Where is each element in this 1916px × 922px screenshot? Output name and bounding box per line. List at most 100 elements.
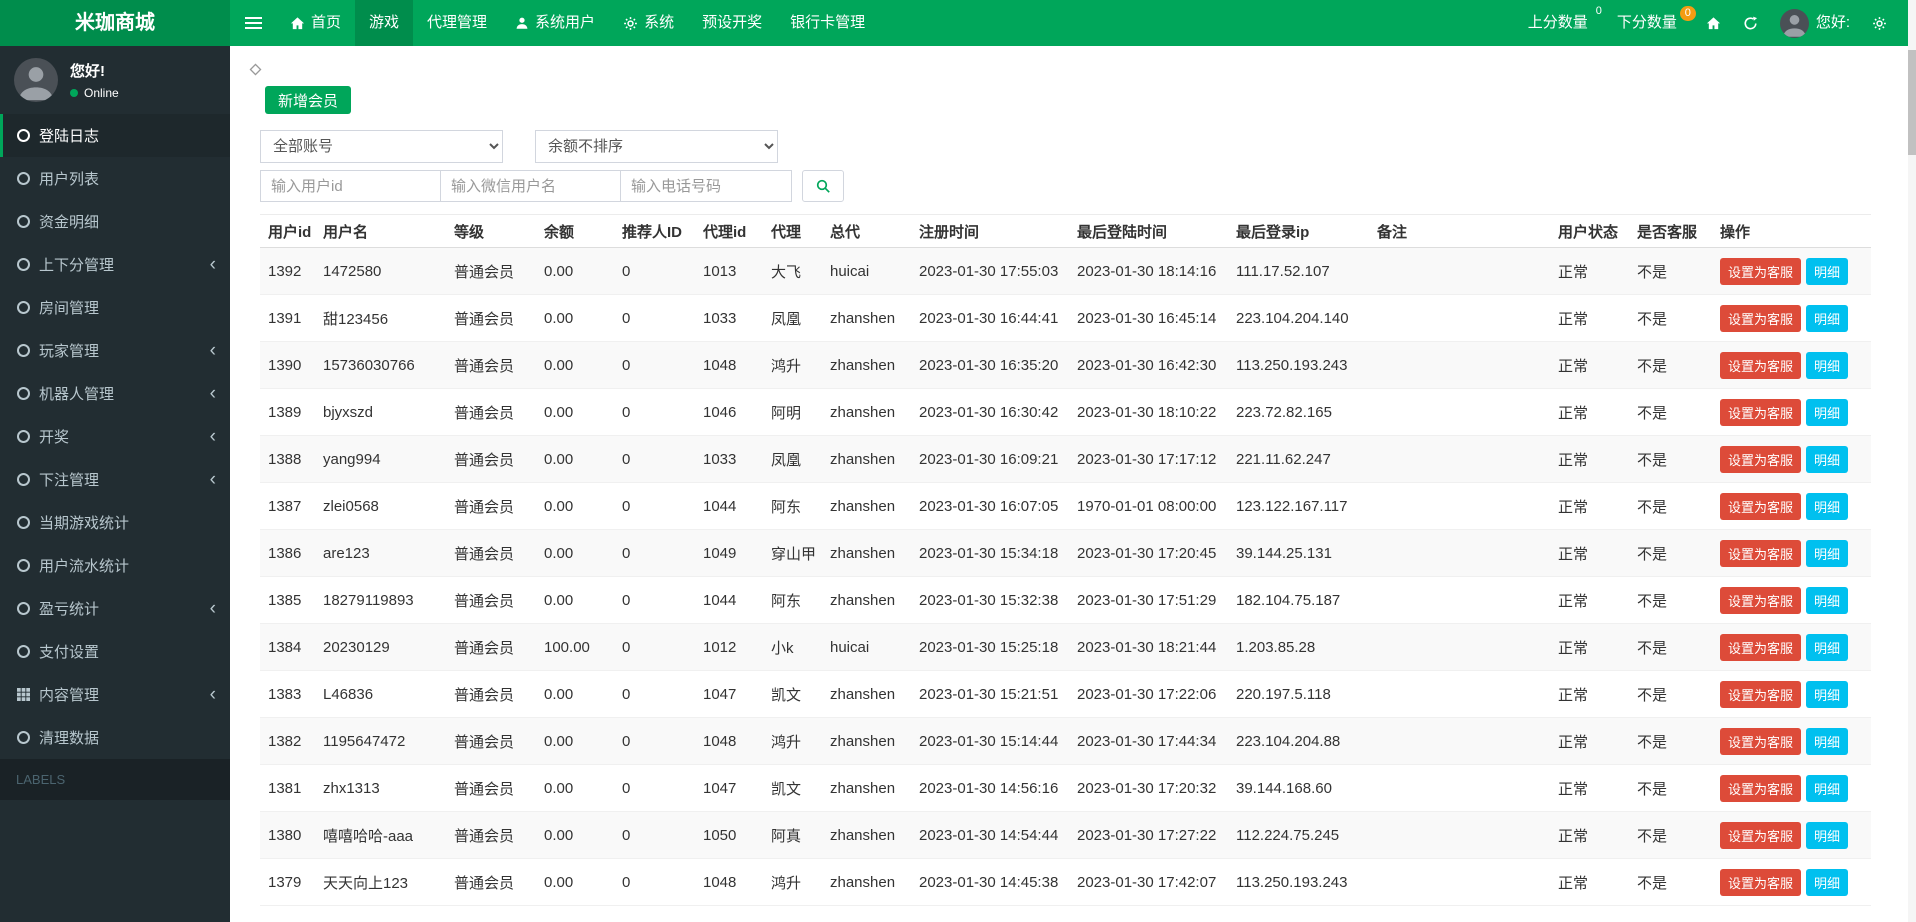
detail-button[interactable]: 明细 (1806, 492, 1849, 520)
set-cs-button[interactable]: 设置为客服 (1720, 821, 1802, 849)
cell-last-ip: 39.144.168.60 (1228, 764, 1369, 812)
account-filter-select[interactable]: 全部账号 (260, 130, 503, 163)
nav-item-preset-lottery[interactable]: 预设开奖 (688, 0, 776, 46)
wechat-username-input[interactable] (440, 170, 621, 202)
cell-last-ip: 113.250.193.243 (1228, 341, 1369, 389)
detail-button[interactable]: 明细 (1806, 304, 1849, 332)
sidebar-item-payment-settings[interactable]: 支付设置 (0, 630, 230, 673)
sidebar-item-fund-details[interactable]: 资金明细 (0, 200, 230, 243)
search-row (260, 170, 1871, 202)
cell-username: L46836 (315, 670, 446, 718)
user-menu[interactable]: 您好: (1769, 0, 1861, 46)
circle-icon (17, 559, 39, 572)
scrollbar-thumb[interactable] (1908, 50, 1916, 155)
circle-icon (17, 129, 39, 142)
nav-item-bank-card-management[interactable]: 银行卡管理 (776, 0, 879, 46)
sidebar-item-user-flow-stats[interactable]: 用户流水统计 (0, 544, 230, 587)
balance-sort-select[interactable]: 余额不排序 (535, 130, 778, 163)
set-cs-button[interactable]: 设置为客服 (1720, 680, 1802, 708)
cell-last-ip: 221.11.62.247 (1228, 435, 1369, 483)
nav-item-agent-management[interactable]: 代理管理 (413, 0, 501, 46)
detail-button[interactable]: 明细 (1806, 680, 1849, 708)
user-id-input[interactable] (260, 170, 441, 202)
nav-item-system[interactable]: 系统 (609, 0, 688, 46)
table-row: 1382 1195647472 普通会员 0.00 0 1048 鸿升 zhanshen 202… (260, 717, 1871, 765)
cell-referrer-id: 0 (614, 670, 695, 718)
sidebar-item-clean-data[interactable]: 清理数据 (0, 716, 230, 759)
cell-balance: 100.00 (536, 623, 614, 671)
set-cs-button[interactable]: 设置为客服 (1720, 868, 1802, 896)
sidebar-item-label: 用户列表 (39, 171, 100, 188)
set-cs-button[interactable]: 设置为客服 (1720, 445, 1802, 473)
detail-button[interactable]: 明细 (1806, 868, 1849, 896)
detail-button[interactable]: 明细 (1806, 257, 1849, 285)
detail-button[interactable]: 明细 (1806, 633, 1849, 661)
set-cs-button[interactable]: 设置为客服 (1720, 351, 1802, 379)
sidebar-item-current-game-stats[interactable]: 当期游戏统计 (0, 501, 230, 544)
up-score-button[interactable]: 上分数量 0 (1517, 0, 1606, 46)
sidebar-item-room-management[interactable]: 房间管理 (0, 286, 230, 329)
table-row: 1391 甜123456 普通会员 0.00 0 1033 凤凰 zhanshen 2023-0… (260, 294, 1871, 342)
phone-number-input[interactable] (620, 170, 792, 202)
set-cs-button[interactable]: 设置为客服 (1720, 539, 1802, 567)
refresh-button[interactable] (1732, 16, 1769, 31)
set-cs-button[interactable]: 设置为客服 (1720, 774, 1802, 802)
detail-button[interactable]: 明细 (1806, 539, 1849, 567)
set-cs-button[interactable]: 设置为客服 (1720, 257, 1802, 285)
detail-button[interactable]: 明细 (1806, 445, 1849, 473)
cell-agent-id: 1044 (695, 576, 763, 624)
detail-button[interactable]: 明细 (1806, 398, 1849, 426)
cell-last-login: 2023-01-30 18:14:16 (1069, 247, 1228, 295)
cell-remark (1369, 717, 1550, 765)
cell-last-ip: 1.203.85.28 (1228, 623, 1369, 671)
cell-remark (1369, 435, 1550, 483)
sidebar-item-content-management[interactable]: 内容管理 ‹ (0, 673, 230, 716)
sidebar-item-bet-management[interactable]: 下注管理 ‹ (0, 458, 230, 501)
set-cs-button[interactable]: 设置为客服 (1720, 586, 1802, 614)
down-score-button[interactable]: 下分数量 0 (1606, 0, 1696, 46)
set-cs-button[interactable]: 设置为客服 (1720, 727, 1802, 755)
set-cs-button[interactable]: 设置为客服 (1720, 304, 1802, 332)
nav-item-games[interactable]: 游戏 (355, 0, 414, 46)
detail-button[interactable]: 明细 (1806, 586, 1849, 614)
cell-remark (1369, 811, 1550, 859)
cell-reg-time: 2023-01-30 15:34:18 (911, 529, 1069, 577)
online-dot-icon (70, 89, 78, 97)
settings-button[interactable] (1861, 16, 1898, 31)
sidebar-item-score-management[interactable]: 上下分管理 ‹ (0, 243, 230, 286)
nav-item-system-users[interactable]: 系统用户 (501, 0, 609, 46)
cell-user-id: 1389 (260, 388, 315, 436)
cell-agent-id: 1012 (695, 623, 763, 671)
cell-reg-time: 2023-01-30 14:45:38 (911, 858, 1069, 906)
app-logo[interactable]: 米珈商城 (0, 0, 230, 46)
nav-item-label: 系统 (644, 14, 675, 31)
breadcrumb-icon[interactable] (248, 62, 263, 77)
add-member-button[interactable]: 新增会员 (265, 86, 352, 114)
cell-last-login: 2023-01-30 17:27:22 (1069, 811, 1228, 859)
sidebar-item-login-log[interactable]: 登陆日志 (0, 114, 230, 157)
set-cs-button[interactable]: 设置为客服 (1720, 633, 1802, 661)
cell-remark (1369, 670, 1550, 718)
cell-reg-time: 2023-01-30 16:44:41 (911, 294, 1069, 342)
search-button[interactable] (802, 170, 844, 202)
detail-button[interactable]: 明细 (1806, 727, 1849, 755)
sidebar-item-user-list[interactable]: 用户列表 (0, 157, 230, 200)
cell-remark (1369, 623, 1550, 671)
set-cs-button[interactable]: 设置为客服 (1720, 492, 1802, 520)
cell-agent: 阿明 (763, 388, 822, 436)
sidebar-item-robot-management[interactable]: 机器人管理 ‹ (0, 372, 230, 415)
sidebar-item-player-management[interactable]: 玩家管理 ‹ (0, 329, 230, 372)
nav-item-home[interactable]: 首页 (276, 0, 355, 46)
home-button[interactable] (1695, 16, 1732, 31)
cell-remark (1369, 858, 1550, 906)
sidebar-toggle-button[interactable] (230, 0, 276, 46)
filter-row: 全部账号 余额不排序 (260, 130, 1871, 163)
sidebar-item-lottery[interactable]: 开奖 ‹ (0, 415, 230, 458)
set-cs-button[interactable]: 设置为客服 (1720, 398, 1802, 426)
member-list-panel: 新增会员 全部账号 余额不排序 用户id用户名等级余额推荐人ID代理id代理总代… (230, 86, 1908, 906)
nav-item-label: 系统用户 (535, 14, 596, 31)
detail-button[interactable]: 明细 (1806, 774, 1849, 802)
detail-button[interactable]: 明细 (1806, 821, 1849, 849)
detail-button[interactable]: 明细 (1806, 351, 1849, 379)
sidebar-item-profit-loss-stats[interactable]: 盈亏统计 ‹ (0, 587, 230, 630)
